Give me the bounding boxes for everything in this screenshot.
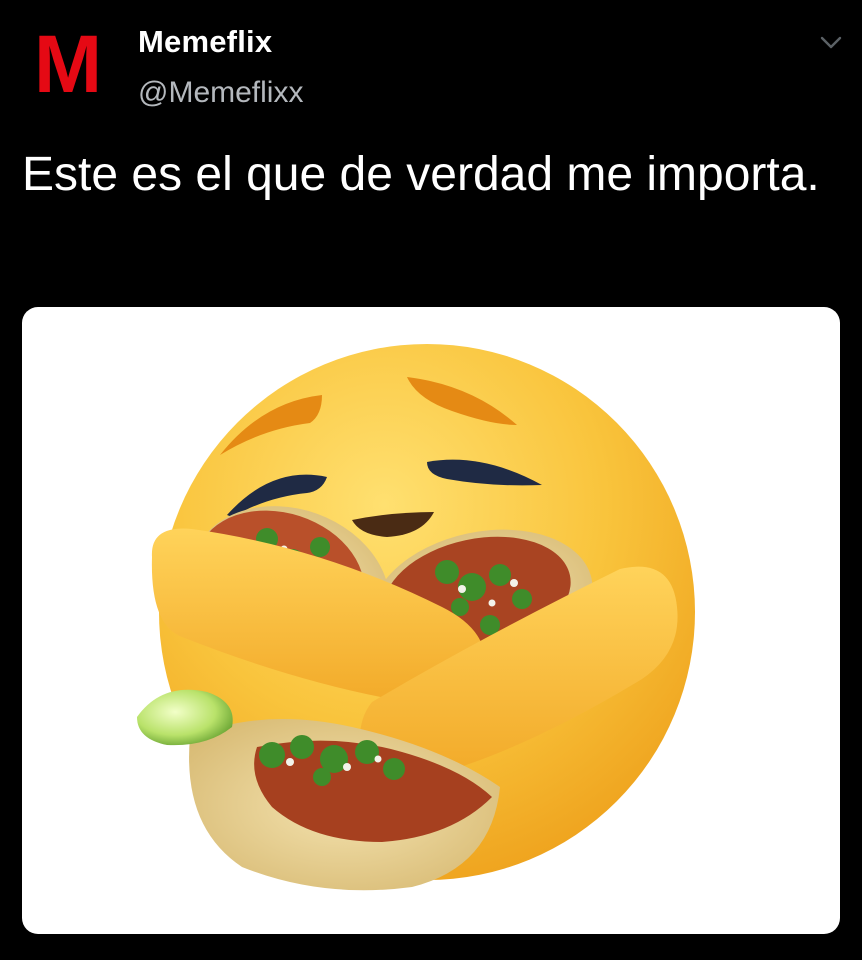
avatar-letter: M <box>34 26 102 102</box>
tweet-text: Este es el que de verdad me importa. <box>22 148 820 201</box>
avatar[interactable]: M <box>30 19 106 110</box>
author-handle[interactable]: @Memeflixx <box>138 76 303 110</box>
author-name[interactable]: Memeflix <box>138 24 272 60</box>
care-emoji-tacos-image <box>137 344 695 891</box>
netflix-m-logo-icon: M <box>34 19 102 110</box>
chevron-down-icon[interactable] <box>816 30 846 54</box>
tweet-media-image[interactable] <box>22 307 840 934</box>
tweet-header: M Memeflix @Memeflixx <box>0 0 862 120</box>
